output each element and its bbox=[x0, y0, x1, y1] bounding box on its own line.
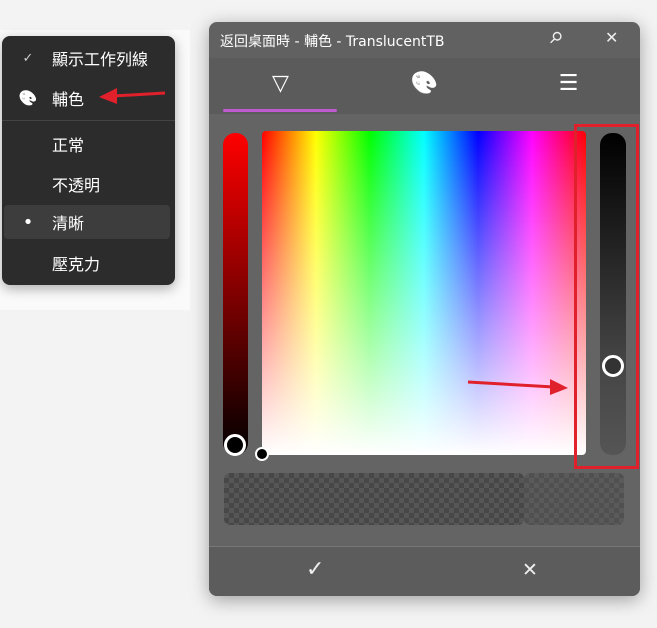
annotation-highlight-box bbox=[574, 124, 639, 469]
menu-item-opaque[interactable]: 不透明 bbox=[4, 167, 170, 201]
confirm-button[interactable]: ✓ bbox=[306, 557, 324, 582]
bullet-icon: • bbox=[22, 211, 34, 233]
palette-icon: 🎨 bbox=[410, 70, 439, 96]
menu-item-normal[interactable]: 正常 bbox=[4, 127, 170, 161]
check-icon: ✓ bbox=[22, 50, 34, 66]
pin-icon[interactable]: ⚲ bbox=[545, 27, 567, 49]
spectrum-thumb[interactable] bbox=[255, 447, 269, 461]
menu-item-label: 清晰 bbox=[52, 214, 85, 233]
dialog-title: 返回桌面時 - 輔色 - TranslucentTB bbox=[220, 34, 445, 50]
menu-item-clear[interactable]: • 清晰 bbox=[4, 205, 170, 239]
active-tab-indicator bbox=[223, 109, 337, 112]
color-spectrum[interactable] bbox=[262, 131, 586, 455]
color-picker-area bbox=[209, 114, 640, 546]
new-color-preview bbox=[524, 473, 624, 525]
menu-item-label: 顯示工作列線 bbox=[52, 50, 149, 69]
menu-item-label: 不透明 bbox=[52, 176, 101, 195]
menu-item-label: 壓克力 bbox=[52, 255, 101, 274]
color-picker-dialog: 返回桌面時 - 輔色 - TranslucentTB ⚲ ✕ ▽ 🎨 ☰ ✓ ✕ bbox=[209, 22, 640, 596]
dialog-footer: ✓ ✕ bbox=[209, 546, 640, 596]
tab-settings[interactable]: ☰ bbox=[511, 58, 626, 108]
value-slider[interactable] bbox=[223, 133, 248, 455]
tab-palette[interactable]: 🎨 bbox=[367, 58, 482, 108]
value-slider-thumb[interactable] bbox=[224, 434, 246, 456]
previous-color-preview bbox=[224, 473, 524, 525]
color-picker-icon: ▽ bbox=[272, 70, 289, 96]
menu-item-label: 正常 bbox=[52, 136, 85, 155]
sliders-icon: ☰ bbox=[558, 70, 579, 96]
annotation-arrow bbox=[467, 379, 568, 395]
cancel-button[interactable]: ✕ bbox=[522, 559, 538, 581]
tab-color-picker[interactable]: ▽ bbox=[223, 58, 338, 108]
menu-separator bbox=[2, 120, 175, 121]
menu-item-acrylic[interactable]: 壓克力 bbox=[4, 246, 170, 280]
menu-item-show-taskbar-line[interactable]: ✓ 顯示工作列線 bbox=[4, 41, 170, 75]
context-menu: ✓ 顯示工作列線 🎨 輔色 正常 不透明 • 清晰 壓克力 bbox=[2, 36, 175, 285]
annotation-arrow-menu bbox=[99, 88, 166, 104]
close-icon[interactable]: ✕ bbox=[605, 28, 618, 47]
menu-item-label: 輔色 bbox=[52, 90, 85, 109]
tab-bar: ▽ 🎨 ☰ bbox=[209, 58, 640, 114]
palette-icon: 🎨 bbox=[18, 89, 38, 107]
